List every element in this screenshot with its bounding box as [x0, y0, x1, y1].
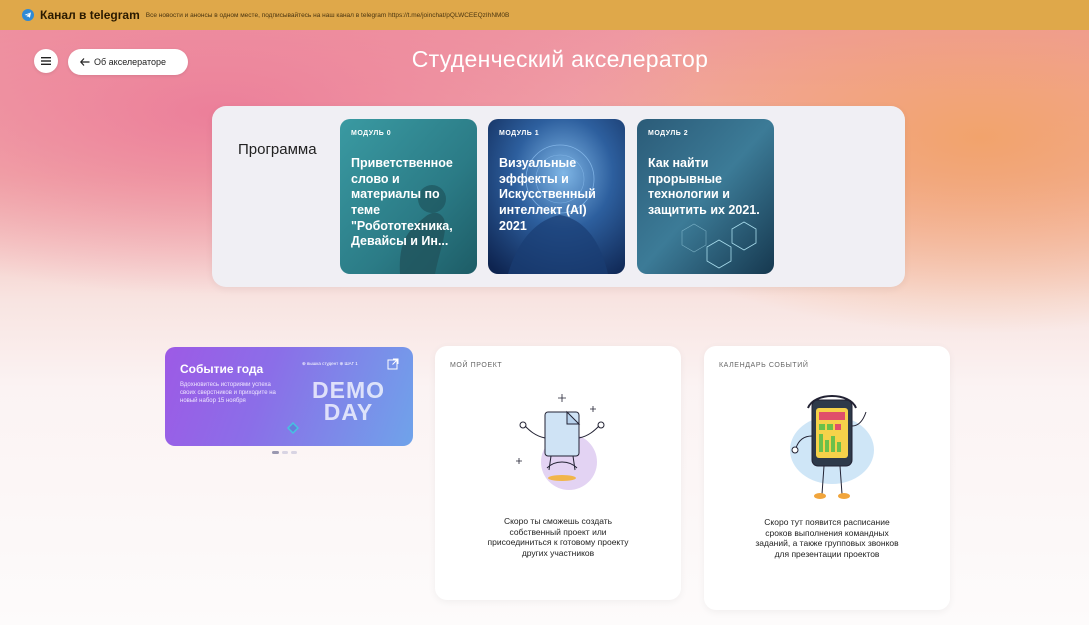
- module-card-0[interactable]: модуль 0 Приветственное слово и материал…: [340, 119, 477, 274]
- menu-button[interactable]: [34, 49, 58, 73]
- card-heading: Календарь событий: [719, 362, 809, 369]
- card-heading: Мой проект: [450, 362, 503, 369]
- back-button[interactable]: Об акселераторе: [68, 49, 188, 75]
- module-card-2[interactable]: модуль 2 Как найти прорывные технологии …: [637, 119, 774, 274]
- card-text: Скоро тут появится расписание сроков вып…: [755, 517, 899, 559]
- carousel-dot[interactable]: [272, 451, 279, 454]
- announcement-bar[interactable]: Канал в telegram Все новости и анонсы в …: [0, 0, 1089, 30]
- module-tag: модуль 2: [648, 130, 689, 137]
- module-card-1[interactable]: модуль 1 Визуальные эффекты и Искусствен…: [488, 119, 625, 274]
- demo-day-logo: DEMO DAY: [312, 377, 385, 425]
- event-banner[interactable]: Событие года Вдохновитесь историями успе…: [165, 347, 413, 446]
- meditating-document-illustration: [516, 394, 605, 490]
- module-title: Приветственное слово и материалы по теме…: [351, 156, 453, 249]
- event-description: Вдохновитесь историями успеха своих свер…: [180, 382, 276, 404]
- module-title: Визуальные эффекты и Искусственный интел…: [499, 156, 596, 233]
- module-tag: модуль 0: [351, 130, 392, 137]
- event-title: Событие года: [180, 362, 264, 376]
- program-label: Программа: [238, 141, 317, 158]
- topbar-text[interactable]: Все новости и анонсы в одном месте, подп…: [146, 12, 510, 19]
- arrow-left-icon: [80, 58, 90, 66]
- topbar-title: Канал в telegram: [40, 8, 140, 22]
- telegram-icon: [22, 9, 34, 21]
- phone-character-illustration: [790, 395, 874, 499]
- card-text: Скоро ты сможешь создать собственный про…: [487, 516, 629, 558]
- module-title: Как найти прорывные технологии и защитит…: [648, 156, 760, 217]
- partner-logos: ⊕ вышка студент ⊕ ШАГ 1: [302, 361, 358, 366]
- module-tag: модуль 1: [499, 130, 540, 137]
- hamburger-icon: [41, 57, 51, 65]
- carousel-dot[interactable]: [291, 451, 297, 454]
- carousel-dots[interactable]: [272, 451, 297, 454]
- page-title: Студенческий акселератор: [411, 46, 709, 72]
- gem-icon: [287, 422, 299, 434]
- carousel-dot[interactable]: [282, 451, 288, 454]
- calendar-card[interactable]: Календарь событий Скоро тут появится рас…: [704, 346, 950, 610]
- back-button-label: Об акселераторе: [94, 57, 167, 67]
- my-project-card[interactable]: Мой проект Скоро ты сможешь создать собс…: [435, 346, 681, 600]
- external-link-icon[interactable]: [387, 358, 399, 370]
